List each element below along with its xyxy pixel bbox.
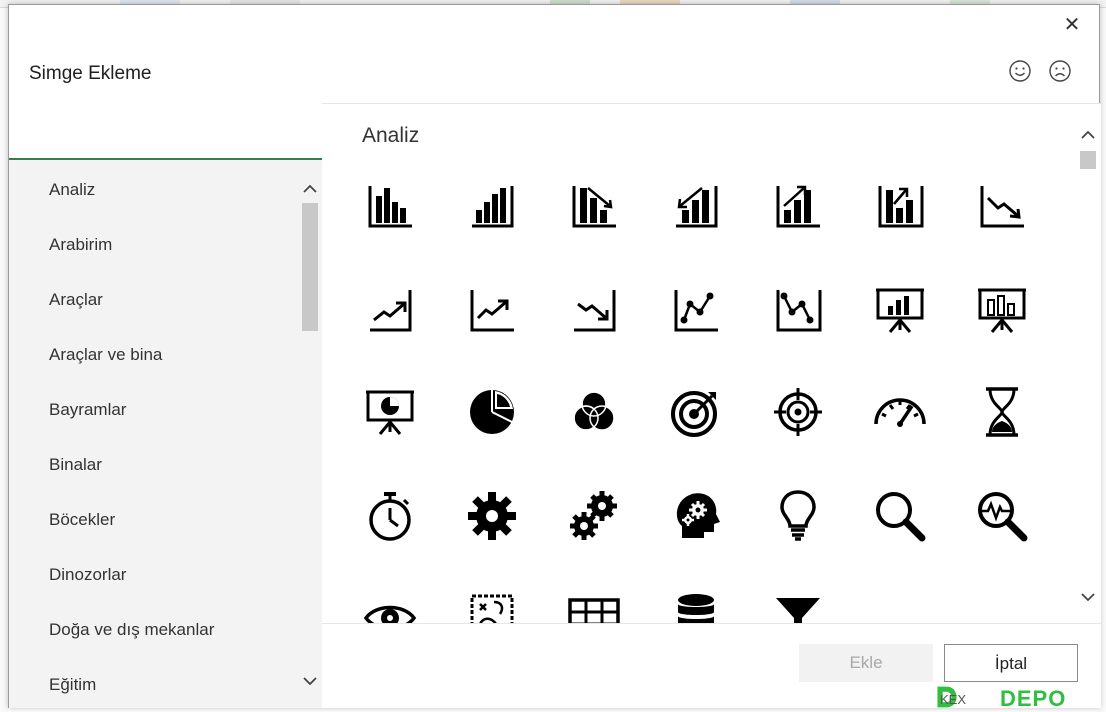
category-sidebar: Analiz Arabirim Araçlar Araçlar ve bina … [9,103,322,708]
speedometer-gauge-icon[interactable] [872,384,928,440]
category-item-dinozorlar[interactable]: Dinozorlar [49,565,126,585]
sidebar-scrollbar[interactable] [299,177,321,707]
pie-chart-icon[interactable] [464,384,520,440]
presentation-bar-chart-icon[interactable] [872,282,928,338]
bar-chart-down-arrow-icon[interactable] [566,178,622,234]
category-item-binalar[interactable]: Binalar [49,455,102,475]
line-chart-down-icon[interactable] [974,178,1030,234]
presentation-board-chart-icon[interactable] [974,282,1030,338]
hourglass-icon[interactable] [974,384,1030,440]
cancel-button[interactable]: İptal [944,644,1078,682]
head-gears-icon[interactable] [668,488,724,544]
section-title: Analiz [362,124,420,147]
watermark-text: DEPO [1000,686,1067,711]
bar-chart-up-arrow-icon[interactable] [770,178,826,234]
chevron-up-icon[interactable] [302,181,318,197]
insert-button[interactable]: Ekle [799,644,933,682]
presentation-pie-chart-icon[interactable] [362,384,418,440]
watermark-logo: KEX DEPO [928,682,1106,712]
category-item-araclar[interactable]: Araçlar [49,290,103,310]
gear-icon[interactable] [464,488,520,544]
frown-feedback-icon[interactable] [1048,59,1072,83]
target-arrow-icon[interactable] [668,384,724,440]
line-chart-points-up-icon[interactable] [668,282,724,338]
lightbulb-icon[interactable] [770,488,826,544]
gallery-scrollbar[interactable] [1077,123,1099,609]
stopwatch-icon[interactable] [362,488,418,544]
category-item-bayramlar[interactable]: Bayramlar [49,400,126,420]
line-chart-down-zigzag-icon[interactable] [566,282,622,338]
venn-diagram-icon[interactable] [566,384,622,440]
chevron-down-icon[interactable] [302,673,318,689]
gears-icon[interactable] [566,488,622,544]
category-item-egitim[interactable]: Eğitim [49,675,96,695]
magnifier-icon[interactable] [872,488,928,544]
gallery-scroll-thumb[interactable] [1080,151,1096,169]
bar-chart-icon[interactable] [362,178,418,234]
smile-feedback-icon[interactable] [1008,59,1032,83]
search-area[interactable] [9,103,322,160]
bar-chart-up-arrow-left-icon[interactable] [668,178,724,234]
category-item-bocekler[interactable]: Böcekler [49,510,115,530]
chevron-up-icon[interactable] [1080,127,1096,143]
crosshair-target-icon[interactable] [770,384,826,440]
category-item-analiz[interactable]: Analiz [49,180,95,200]
close-button[interactable]: ✕ [1061,14,1083,36]
dialog-title: Simge Ekleme [29,63,152,84]
line-chart-up-icon[interactable] [464,282,520,338]
magnifier-pulse-icon[interactable] [974,488,1030,544]
sidebar-scroll-thumb[interactable] [302,203,318,331]
category-item-araclar-ve-bina[interactable]: Araçlar ve bina [49,345,162,365]
category-item-arabirim[interactable]: Arabirim [49,235,112,255]
icon-gallery: Analiz [322,103,1101,642]
insert-icons-dialog: Simge Ekleme ✕ Analiz Arabirim Araçlar A… [8,4,1101,708]
chevron-down-icon[interactable] [1080,589,1096,605]
watermark-small-text: KEX [940,692,967,707]
bar-chart-up-arrow-gap-icon[interactable] [872,178,928,234]
bar-chart-rising-icon[interactable] [464,178,520,234]
line-chart-up-arrow-icon[interactable] [362,282,418,338]
category-item-doga[interactable]: Doğa ve dış mekanlar [49,620,214,640]
line-chart-points-down-icon[interactable] [770,282,826,338]
background-left-edge [0,8,8,712]
